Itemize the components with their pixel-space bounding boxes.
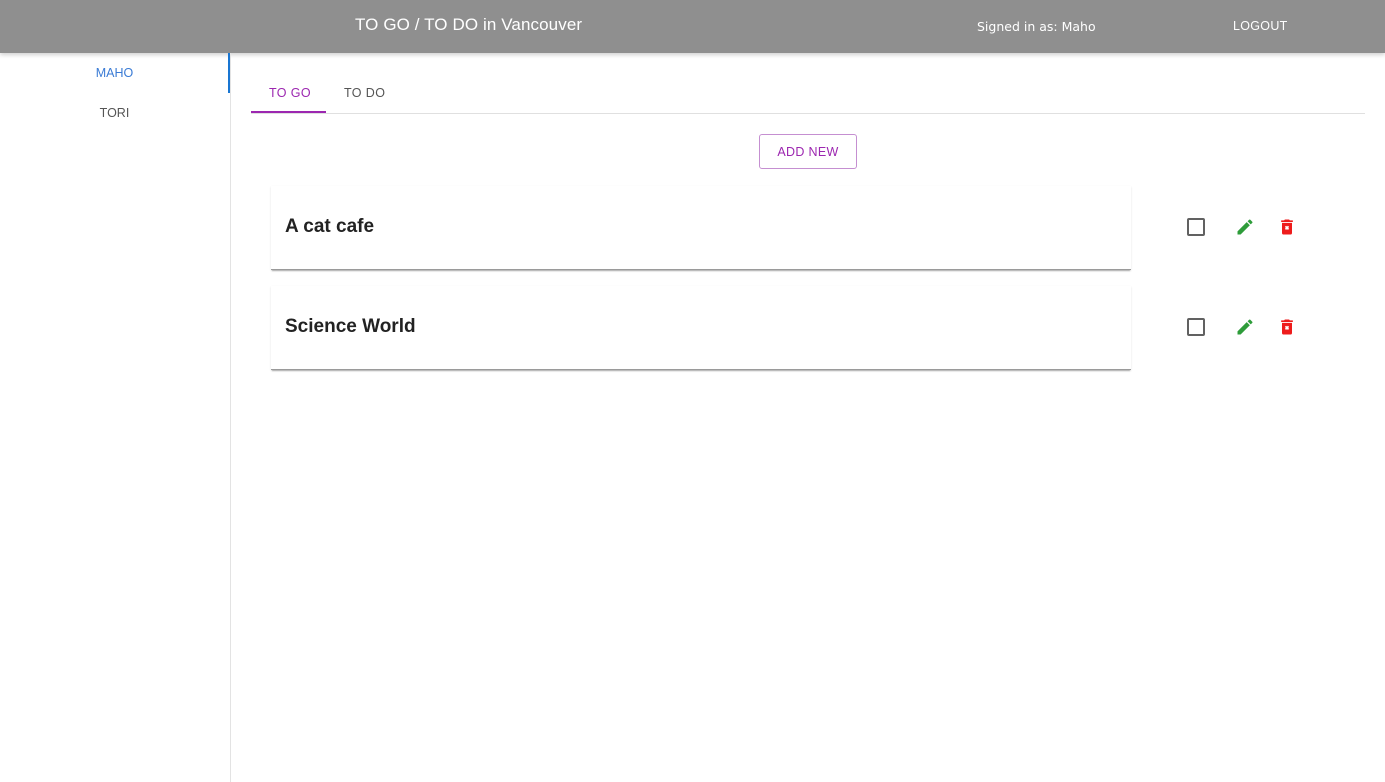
item-title: Science World [285, 316, 416, 337]
sidebar-item-tori[interactable]: TORI [0, 106, 229, 120]
checkbox-icon[interactable] [1187, 318, 1205, 336]
trash-icon[interactable] [1277, 217, 1297, 237]
list-item: Science World [271, 286, 1131, 370]
pencil-icon[interactable] [1235, 317, 1255, 337]
tab-to-do[interactable]: TO DO [344, 86, 385, 100]
checkbox-icon[interactable] [1187, 218, 1205, 236]
tab-bar: TO GO TO DO [251, 76, 1365, 114]
add-new-button[interactable]: ADD NEW [759, 134, 857, 169]
trash-icon[interactable] [1277, 317, 1297, 337]
item-title: A cat cafe [285, 216, 375, 237]
tab-to-go[interactable]: TO GO [269, 86, 311, 100]
sidebar: MAHO TORI [0, 53, 231, 782]
tab-active-indicator [251, 111, 326, 113]
list-item: A cat cafe [271, 186, 1131, 270]
pencil-icon[interactable] [1235, 217, 1255, 237]
signed-in-text: Signed in as: Maho [977, 19, 1096, 34]
sidebar-item-maho[interactable]: MAHO [0, 66, 229, 80]
logout-button[interactable]: LOGOUT [1233, 19, 1288, 33]
app-bar: TO GO / TO DO in Vancouver Signed in as:… [0, 0, 1385, 53]
app-title: TO GO / TO DO in Vancouver [355, 15, 583, 34]
